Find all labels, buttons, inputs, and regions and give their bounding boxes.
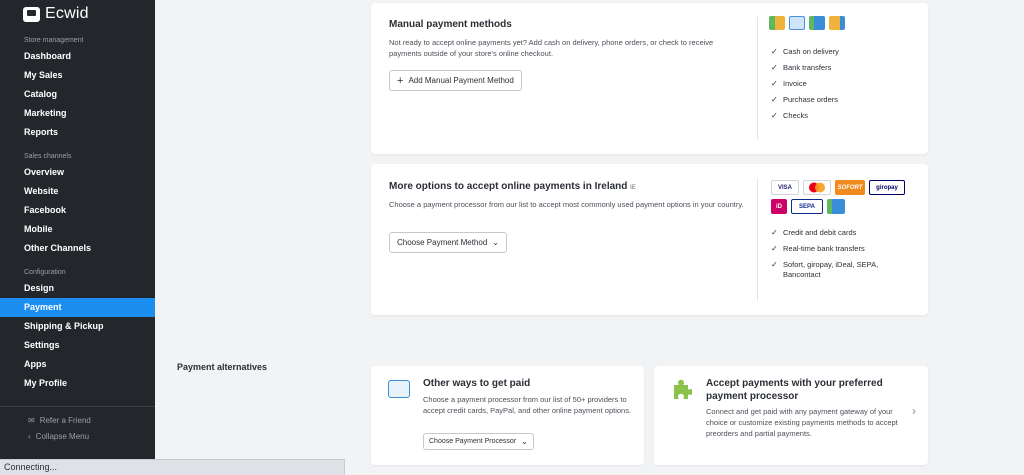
sidebar-item-my-profile[interactable]: My Profile bbox=[0, 374, 155, 393]
preferred-desc: Connect and get paid with any payment ga… bbox=[706, 407, 898, 438]
refer-a-friend-link[interactable]: ✉ Refer a Friend bbox=[0, 413, 155, 429]
feature-item: ✓ Sofort, giropay, iDeal, SEPA, Bancontac… bbox=[771, 260, 879, 279]
feature-item: ✓ Checks bbox=[771, 111, 809, 120]
plus-icon: + bbox=[397, 74, 404, 87]
online-payment-card: More options to accept online payments i… bbox=[371, 164, 928, 315]
sofort-logo: SOFORT bbox=[835, 180, 865, 195]
visa-logo: VISA bbox=[771, 180, 799, 195]
choose-payment-method-dropdown[interactable]: Choose Payment Method ⌄ bbox=[389, 232, 507, 253]
preferred-title: Accept payments with your preferred paym… bbox=[706, 378, 883, 402]
manual-desc: Not ready to accept online payments yet?… bbox=[389, 38, 714, 58]
sidebar-item-website[interactable]: Website bbox=[0, 182, 155, 201]
sidebar-item-catalog[interactable]: Catalog bbox=[0, 85, 155, 104]
sidebar-item-facebook[interactable]: Facebook bbox=[0, 201, 155, 220]
check-icon: ✓ bbox=[771, 111, 778, 120]
check-icon: ✓ bbox=[771, 63, 778, 72]
mastercard-circles bbox=[809, 182, 825, 193]
online-feature-list: ✓ Credit and debit cards ✓ Real-time bank … bbox=[771, 228, 901, 286]
wallet-icon bbox=[388, 380, 410, 398]
bank-icon bbox=[809, 16, 825, 30]
check-icon: ✓ bbox=[771, 228, 778, 237]
check-icon: ✓ bbox=[771, 47, 778, 56]
check-icon: ✓ bbox=[771, 244, 778, 253]
collapse-menu-link[interactable]: ‹ Collapse Menu bbox=[0, 429, 155, 445]
sidebar-item-marketing[interactable]: Marketing bbox=[0, 104, 155, 123]
sidebar-item-design[interactable]: Design bbox=[0, 279, 155, 298]
other-ways-title: Other ways to get paid bbox=[423, 378, 531, 389]
divider bbox=[757, 178, 758, 301]
sidebar-item-shipping[interactable]: Shipping & Pickup bbox=[0, 317, 155, 336]
collapse-icon: ‹ bbox=[28, 432, 31, 441]
choose-method-label: Choose Payment Method bbox=[397, 238, 488, 247]
brand-name: Ecwid bbox=[45, 5, 89, 22]
invoice-icon bbox=[789, 16, 805, 30]
cash-icon bbox=[769, 16, 785, 30]
sidebar-item-other-channels[interactable]: Other Channels bbox=[0, 239, 155, 258]
feature-item: ✓ Real-time bank transfers bbox=[771, 244, 865, 253]
purchase-icon bbox=[829, 16, 845, 30]
sidebar: Ecwid Store management Dashboard My Sale… bbox=[0, 0, 155, 475]
refer-label: Refer a Friend bbox=[39, 416, 91, 425]
feature-item: ✓ Credit and debit cards bbox=[771, 228, 857, 237]
check-icon: ✓ bbox=[771, 95, 778, 104]
sidebar-divider bbox=[0, 406, 155, 407]
mastercard-logo bbox=[803, 180, 831, 195]
browser-status-bar: Connecting... bbox=[0, 459, 345, 475]
ideal-logo: iD bbox=[771, 199, 787, 214]
manual-payment-card: Manual payment methods Not ready to acce… bbox=[371, 3, 928, 154]
manual-feature-list: ✓ Cash on delivery ✓ Bank transfers ✓ Invoi… bbox=[771, 47, 921, 127]
sidebar-item-mobile[interactable]: Mobile bbox=[0, 220, 155, 239]
sidebar-item-settings[interactable]: Settings bbox=[0, 336, 155, 355]
choose-payment-processor-dropdown[interactable]: Choose Payment Processor ⌄ bbox=[423, 433, 534, 450]
feature-item: ✓ Purchase orders bbox=[771, 95, 839, 104]
chevron-down-icon: ⌄ bbox=[521, 437, 528, 446]
sidebar-item-reports[interactable]: Reports bbox=[0, 123, 155, 142]
manual-method-icons bbox=[769, 16, 845, 30]
section-store-management: Store management bbox=[24, 37, 84, 44]
feature-item: ✓ Invoice bbox=[771, 79, 807, 88]
bank-transfer-icon bbox=[827, 199, 845, 214]
sidebar-item-dashboard[interactable]: Dashboard bbox=[0, 47, 155, 66]
section-sales-channels: Sales channels bbox=[24, 153, 72, 160]
feature-item: ✓ Cash on delivery bbox=[771, 47, 839, 56]
choose-processor-label: Choose Payment Processor bbox=[429, 438, 517, 445]
sidebar-item-payment[interactable]: Payment bbox=[0, 298, 155, 317]
giropay-logo: giropay bbox=[869, 180, 905, 195]
payment-brand-logos: VISA SOFORT giropay iD SEPA bbox=[771, 180, 911, 214]
online-desc: Choose a payment processor from our list… bbox=[389, 200, 744, 209]
add-manual-payment-button[interactable]: + Add Manual Payment Method bbox=[389, 70, 522, 91]
check-icon: ✓ bbox=[771, 260, 778, 269]
sidebar-item-my-sales[interactable]: My Sales bbox=[0, 66, 155, 85]
divider bbox=[757, 17, 758, 140]
payment-alternatives-label: Payment alternatives bbox=[177, 362, 268, 372]
add-manual-label: Add Manual Payment Method bbox=[408, 76, 514, 85]
ecwid-logo[interactable]: Ecwid bbox=[0, 0, 155, 26]
ireland-flag-icon: IE bbox=[630, 185, 636, 191]
chevron-right-icon[interactable]: › bbox=[912, 404, 916, 418]
manual-title: Manual payment methods bbox=[389, 19, 512, 30]
chevron-down-icon: ⌄ bbox=[492, 238, 499, 247]
section-configuration: Configuration bbox=[24, 269, 66, 276]
other-ways-card: Other ways to get paid Choose a payment … bbox=[371, 366, 644, 465]
mail-icon: ✉ bbox=[28, 416, 35, 425]
sidebar-item-overview[interactable]: Overview bbox=[0, 163, 155, 182]
online-title: More options to accept online payments i… bbox=[389, 181, 636, 192]
sidebar-item-apps[interactable]: Apps bbox=[0, 355, 155, 374]
feature-item: ✓ Bank transfers bbox=[771, 63, 832, 72]
other-ways-desc: Choose a payment processor from our list… bbox=[423, 395, 632, 415]
cart-icon bbox=[23, 6, 40, 22]
sepa-logo: SEPA bbox=[791, 199, 823, 214]
puzzle-icon bbox=[674, 379, 692, 399]
sidebar-footer: ✉ Refer a Friend ‹ Collapse Menu bbox=[0, 402, 155, 445]
check-icon: ✓ bbox=[771, 79, 778, 88]
collapse-label: Collapse Menu bbox=[35, 432, 90, 441]
preferred-processor-card[interactable]: Accept payments with your preferred paym… bbox=[654, 366, 928, 465]
